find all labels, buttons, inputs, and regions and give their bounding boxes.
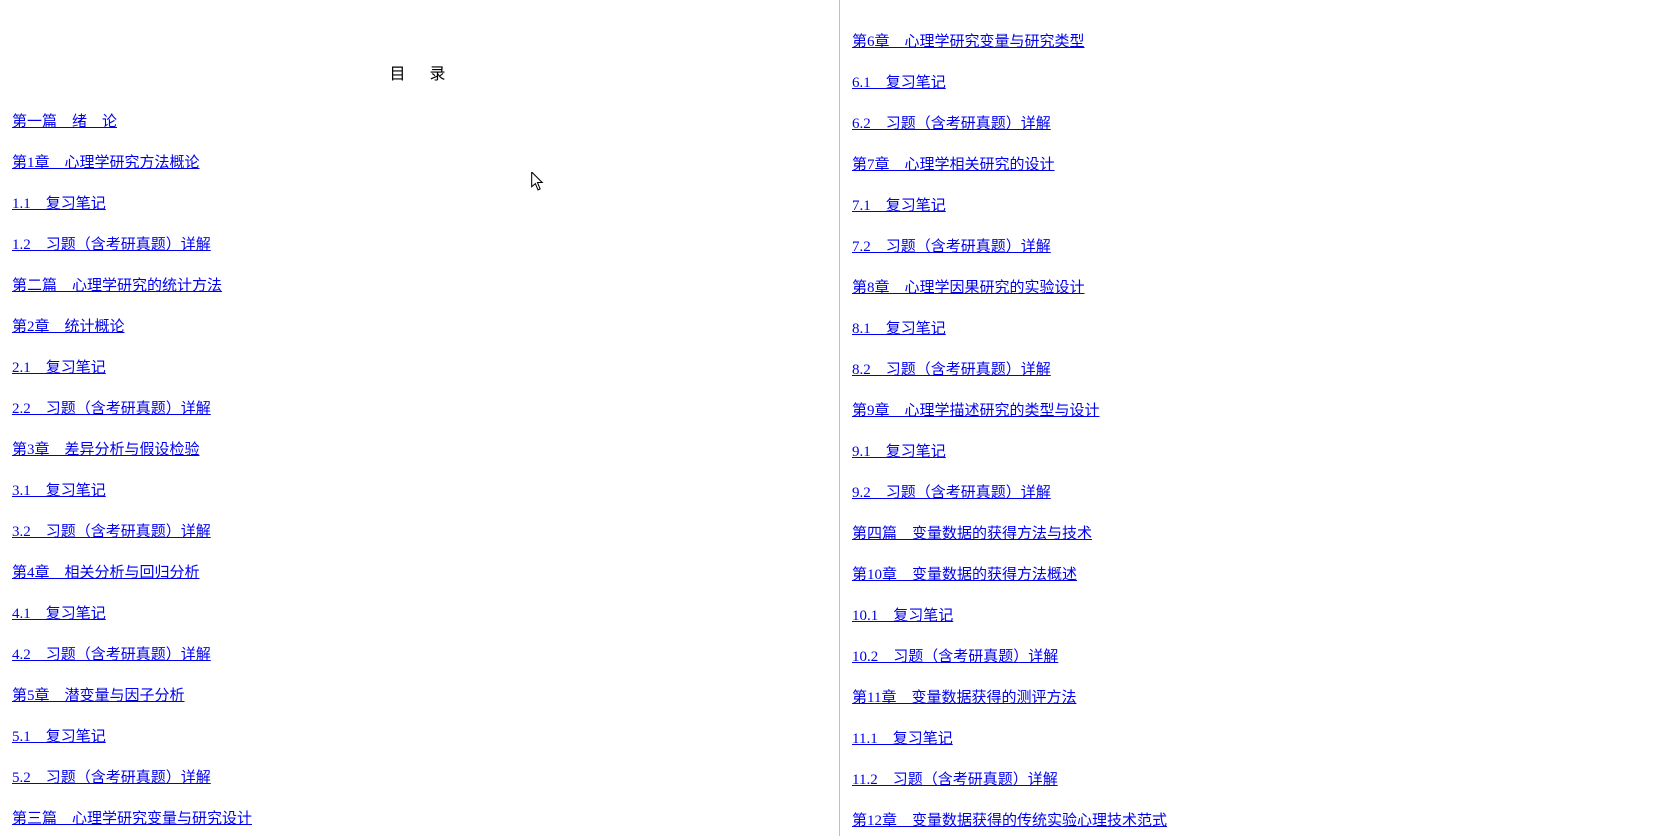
toc-link[interactable]: 7.2 习题（含考研真题）详解: [852, 239, 1051, 255]
toc-entry: 第6章 心理学研究变量与研究类型: [852, 30, 1668, 51]
toc-link[interactable]: 第4章 相关分析与回归分析: [12, 565, 200, 581]
toc-link[interactable]: 11.1 复习笔记: [852, 731, 953, 747]
toc-entry: 3.1 复习笔记: [12, 479, 827, 500]
toc-entry: 2.1 复习笔记: [12, 356, 827, 377]
toc-entry: 7.2 习题（含考研真题）详解: [852, 235, 1668, 256]
toc-link[interactable]: 2.2 习题（含考研真题）详解: [12, 401, 211, 417]
toc-link[interactable]: 2.1 复习笔记: [12, 360, 106, 376]
toc-link[interactable]: 7.1 复习笔记: [852, 198, 946, 214]
toc-entry: 6.1 复习笔记: [852, 71, 1668, 92]
toc-entry: 第10章 变量数据的获得方法概述: [852, 563, 1668, 584]
toc-entry: 第四篇 变量数据的获得方法与技术: [852, 522, 1668, 543]
toc-entry: 第2章 统计概论: [12, 315, 827, 336]
toc-entry: 7.1 复习笔记: [852, 194, 1668, 215]
toc-link[interactable]: 第一篇 绪 论: [12, 114, 117, 130]
page-right: 第6章 心理学研究变量与研究类型6.1 复习笔记6.2 习题（含考研真题）详解第…: [840, 0, 1680, 836]
toc-list-right: 第6章 心理学研究变量与研究类型6.1 复习笔记6.2 习题（含考研真题）详解第…: [852, 30, 1668, 830]
toc-link[interactable]: 4.2 习题（含考研真题）详解: [12, 647, 211, 663]
toc-link[interactable]: 9.2 习题（含考研真题）详解: [852, 485, 1051, 501]
toc-entry: 第12章 变量数据获得的传统实验心理技术范式: [852, 809, 1668, 830]
toc-link[interactable]: 第3章 差异分析与假设检验: [12, 442, 200, 458]
toc-entry: 1.2 习题（含考研真题）详解: [12, 233, 827, 254]
toc-link[interactable]: 第10章 变量数据的获得方法概述: [852, 567, 1077, 583]
toc-link[interactable]: 第11章 变量数据获得的测评方法: [852, 690, 1076, 706]
toc-link[interactable]: 第6章 心理学研究变量与研究类型: [852, 34, 1085, 50]
toc-entry: 第二篇 心理学研究的统计方法: [12, 274, 827, 295]
toc-entry: 第11章 变量数据获得的测评方法: [852, 686, 1668, 707]
toc-link[interactable]: 3.2 习题（含考研真题）详解: [12, 524, 211, 540]
toc-link[interactable]: 4.1 复习笔记: [12, 606, 106, 622]
document-spread: 目 录 第一篇 绪 论第1章 心理学研究方法概论 1.1 复习笔记 1.2 习题（含…: [0, 0, 1680, 836]
toc-entry: 3.2 习题（含考研真题）详解: [12, 520, 827, 541]
toc-entry: 11.1 复习笔记: [852, 727, 1668, 748]
toc-entry: 10.1 复习笔记: [852, 604, 1668, 625]
toc-link[interactable]: 第1章 心理学研究方法概论: [12, 155, 200, 171]
toc-entry: 第8章 心理学因果研究的实验设计: [852, 276, 1668, 297]
toc-link[interactable]: 9.1 复习笔记: [852, 444, 946, 460]
toc-link[interactable]: 6.1 复习笔记: [852, 75, 946, 91]
toc-link[interactable]: 10.1 复习笔记: [852, 608, 953, 624]
toc-link[interactable]: 第2章 统计概论: [12, 319, 125, 335]
toc-link[interactable]: 1.2 习题（含考研真题）详解: [12, 237, 211, 253]
toc-entry: 5.1 复习笔记: [12, 725, 827, 746]
toc-link[interactable]: 第12章 变量数据获得的传统实验心理技术范式: [852, 813, 1167, 829]
toc-entry: 第3章 差异分析与假设检验: [12, 438, 827, 459]
toc-link[interactable]: 1.1 复习笔记: [12, 196, 106, 212]
toc-entry: 第4章 相关分析与回归分析: [12, 561, 827, 582]
toc-entry: 第1章 心理学研究方法概论: [12, 151, 827, 172]
toc-entry: 8.2 习题（含考研真题）详解: [852, 358, 1668, 379]
toc-entry: 9.1 复习笔记: [852, 440, 1668, 461]
toc-entry: 9.2 习题（含考研真题）详解: [852, 481, 1668, 502]
toc-title: 目 录: [12, 60, 827, 84]
toc-link[interactable]: 5.2 习题（含考研真题）详解: [12, 770, 211, 786]
toc-link[interactable]: 第三篇 心理学研究变量与研究设计: [12, 811, 252, 827]
toc-entry: 4.1 复习笔记: [12, 602, 827, 623]
toc-entry: 1.1 复习笔记: [12, 192, 827, 213]
toc-entry: 4.2 习题（含考研真题）详解: [12, 643, 827, 664]
toc-entry: 第一篇 绪 论: [12, 110, 827, 131]
toc-link[interactable]: 第9章 心理学描述研究的类型与设计: [852, 403, 1100, 419]
page-left: 目 录 第一篇 绪 论第1章 心理学研究方法概论 1.1 复习笔记 1.2 习题（含…: [0, 0, 840, 836]
toc-link[interactable]: 10.2 习题（含考研真题）详解: [852, 649, 1058, 665]
toc-link[interactable]: 6.2 习题（含考研真题）详解: [852, 116, 1051, 132]
toc-entry: 第5章 潜变量与因子分析: [12, 684, 827, 705]
toc-link[interactable]: 第二篇 心理学研究的统计方法: [12, 278, 222, 294]
toc-entry: 2.2 习题（含考研真题）详解: [12, 397, 827, 418]
toc-entry: 10.2 习题（含考研真题）详解: [852, 645, 1668, 666]
toc-entry: 11.2 习题（含考研真题）详解: [852, 768, 1668, 789]
toc-link[interactable]: 第7章 心理学相关研究的设计: [852, 157, 1055, 173]
toc-link[interactable]: 8.1 复习笔记: [852, 321, 946, 337]
toc-entry: 8.1 复习笔记: [852, 317, 1668, 338]
toc-link[interactable]: 5.1 复习笔记: [12, 729, 106, 745]
toc-link[interactable]: 第8章 心理学因果研究的实验设计: [852, 280, 1085, 296]
toc-link[interactable]: 第5章 潜变量与因子分析: [12, 688, 185, 704]
toc-link[interactable]: 第四篇 变量数据的获得方法与技术: [852, 526, 1092, 542]
toc-link[interactable]: 11.2 习题（含考研真题）详解: [852, 772, 1058, 788]
toc-entry: 第三篇 心理学研究变量与研究设计: [12, 807, 827, 828]
toc-entry: 5.2 习题（含考研真题）详解: [12, 766, 827, 787]
toc-entry: 6.2 习题（含考研真题）详解: [852, 112, 1668, 133]
toc-list-left: 第一篇 绪 论第1章 心理学研究方法概论 1.1 复习笔记 1.2 习题（含考研真题…: [12, 110, 827, 828]
toc-entry: 第7章 心理学相关研究的设计: [852, 153, 1668, 174]
toc-link[interactable]: 8.2 习题（含考研真题）详解: [852, 362, 1051, 378]
toc-link[interactable]: 3.1 复习笔记: [12, 483, 106, 499]
toc-entry: 第9章 心理学描述研究的类型与设计: [852, 399, 1668, 420]
